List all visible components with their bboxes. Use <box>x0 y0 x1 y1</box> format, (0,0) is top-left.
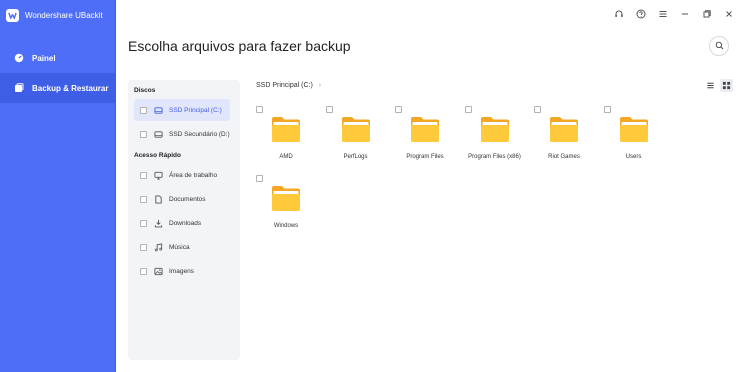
checkbox[interactable] <box>140 219 147 227</box>
tree-item-label: Documentos <box>169 195 206 203</box>
sidebar-item-backup-restaurar[interactable]: Backup & Restaurar <box>0 73 116 103</box>
minimize-icon[interactable] <box>679 8 691 20</box>
folder-icon <box>480 116 510 142</box>
folder-item[interactable]: PerfLogs <box>325 106 386 172</box>
backup-icon <box>14 83 24 93</box>
folder-label: Program Files <box>406 154 444 160</box>
checkbox[interactable] <box>395 106 402 113</box>
folder-item[interactable]: Program Files <box>395 106 455 172</box>
search-button[interactable] <box>709 36 729 56</box>
sidebar-item-label: Painel <box>32 53 56 63</box>
menu-icon[interactable] <box>657 8 669 20</box>
folder-label: Users <box>625 154 642 160</box>
quick-access-section-label: Acesso Rápido <box>134 152 181 159</box>
checkbox[interactable] <box>534 106 541 113</box>
list-view-button[interactable] <box>704 79 717 92</box>
checkbox[interactable] <box>603 106 611 113</box>
restore-icon[interactable] <box>701 8 713 20</box>
tree-item-imagens[interactable]: Imagens <box>134 260 230 282</box>
breadcrumb-item[interactable]: SSD Principal (C:) <box>256 82 313 89</box>
tree-item-documentos[interactable]: Documentos <box>134 188 230 210</box>
search-icon <box>715 37 724 55</box>
breadcrumb: SSD Principal (C:) › <box>256 82 321 89</box>
tree-item-ssd-principal[interactable]: SSD Principal (C:) <box>134 99 230 121</box>
image-icon <box>154 267 163 276</box>
checkbox[interactable] <box>140 106 147 114</box>
folder-icon <box>271 116 301 142</box>
tree-item-label: SSD Secundário (D:) <box>169 130 230 138</box>
checkbox[interactable] <box>464 106 472 113</box>
folder-label: AMD <box>279 154 293 160</box>
help-icon[interactable] <box>635 8 647 20</box>
tree-item-label: Área de trabalho <box>169 171 218 179</box>
sidebar-item-painel[interactable]: Painel <box>0 43 116 73</box>
headset-icon[interactable] <box>613 8 625 20</box>
drive-icon <box>154 106 163 115</box>
list-view-icon <box>707 82 714 89</box>
folder-item[interactable]: Windows <box>256 175 316 241</box>
sidebar-item-label: Backup & Restaurar <box>32 83 109 93</box>
tree-item-label: Música <box>169 243 190 251</box>
tree-item-label: Imagens <box>169 267 194 275</box>
music-icon <box>154 242 163 252</box>
folder-item[interactable]: Riot Games <box>534 106 594 172</box>
titlebar-controls <box>613 8 735 20</box>
folder-item[interactable]: Program Files (x86) <box>464 106 525 172</box>
sidebar: Wondershare UBackit Painel Backup & Rest… <box>0 0 116 372</box>
page-title: Escolha arquivos para fazer backup <box>128 38 351 54</box>
chevron-right-icon: › <box>318 82 322 89</box>
folder-label: Riot Games <box>548 154 580 160</box>
tree-item-downloads[interactable]: Downloads <box>134 212 230 234</box>
tree-item-label: Downloads <box>169 219 202 227</box>
folder-icon <box>271 185 301 211</box>
desktop-icon <box>154 171 163 180</box>
tree-item-label: SSD Principal (C:) <box>169 106 222 114</box>
checkbox[interactable] <box>325 106 333 113</box>
source-tree-panel: Discos SSD Principal (C:) SSD Secundário… <box>128 80 240 360</box>
tree-item-ssd-secundario[interactable]: SSD Secundário (D:) <box>134 123 230 145</box>
checkbox[interactable] <box>256 175 263 182</box>
checkbox[interactable] <box>256 106 263 113</box>
checkbox[interactable] <box>140 130 147 138</box>
folder-icon <box>619 116 649 142</box>
app-logo-icon <box>6 8 19 22</box>
view-toggle <box>704 79 733 92</box>
download-icon <box>154 219 163 228</box>
app-header: Wondershare UBackit <box>0 0 116 30</box>
tree-item-musica[interactable]: Música <box>134 236 230 258</box>
folder-icon <box>549 116 579 142</box>
disks-section-label: Discos <box>134 87 156 94</box>
checkbox[interactable] <box>140 171 147 179</box>
grid-view-icon <box>722 81 731 90</box>
checkbox[interactable] <box>140 267 147 275</box>
grid-view-button[interactable] <box>720 79 733 92</box>
folder-label: Windows <box>273 223 299 229</box>
dashboard-icon <box>14 53 24 63</box>
folder-icon <box>410 116 440 142</box>
folder-item[interactable]: Users <box>603 106 664 172</box>
close-icon[interactable] <box>723 8 735 20</box>
folder-icon <box>341 116 371 142</box>
folder-label: Program Files (x86) <box>468 154 521 160</box>
checkbox[interactable] <box>140 195 147 203</box>
document-icon <box>154 194 163 204</box>
folder-item[interactable]: AMD <box>256 106 316 172</box>
folder-label: PerfLogs <box>343 154 368 160</box>
drive-icon <box>154 130 163 139</box>
app-title: Wondershare UBackit <box>25 10 103 20</box>
tree-item-area-de-trabalho[interactable]: Área de trabalho <box>134 164 230 186</box>
checkbox[interactable] <box>140 243 147 251</box>
